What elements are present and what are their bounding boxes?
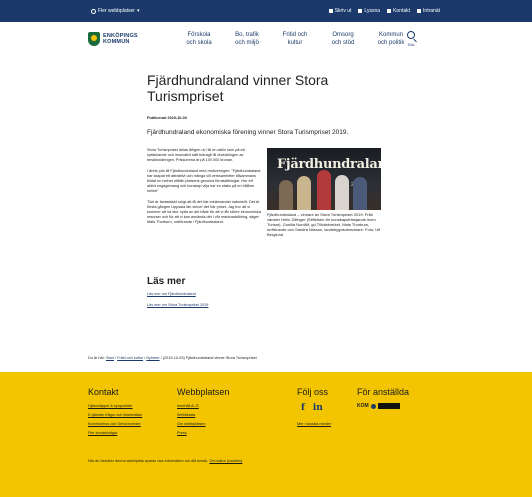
photo-caption: Fjärdhundraland – vinnare av Stora Turis… <box>267 212 381 237</box>
facebook-icon[interactable]: f <box>301 403 305 413</box>
footer-link[interactable]: Hjärnsläppet & synpunkter <box>88 403 142 409</box>
intranet-icon <box>417 9 422 13</box>
cookie-notice: När du besöker denna webbplats sparas vi… <box>88 459 244 463</box>
footer-link[interactable]: Innehåll A–Ö <box>177 403 229 409</box>
print-icon <box>328 9 333 13</box>
search-button[interactable]: Sök <box>407 31 415 47</box>
chevron-down-icon: ▾ <box>136 8 140 14</box>
nav-item-omsorg[interactable]: Omsorg och stöd <box>319 31 367 47</box>
article-lead: Fjärdhundraland ekonomiska förening vinn… <box>147 129 349 136</box>
redacted-block <box>377 403 400 409</box>
print-button[interactable]: Skriv ut <box>328 8 351 14</box>
breadcrumb-item[interactable]: Fritid och kultur <box>117 356 143 360</box>
search-icon <box>407 31 415 39</box>
footer-follow: Följ oss f in Mer i sociala medier <box>297 387 331 430</box>
globe-icon <box>91 8 96 14</box>
footer-link[interactable]: Fler kontaktvägar <box>88 430 142 436</box>
footer-link[interactable]: E-tjänster frågor och felanmälan <box>88 412 142 418</box>
breadcrumb-current: (2019-10-03) Fjärdhundraland vinner Stor… <box>162 356 257 360</box>
contact-icon <box>387 9 392 13</box>
breadcrumb-item[interactable]: Nyheter <box>146 356 159 360</box>
paragraph: I årets pris till Fjärdhundraland med mo… <box>147 168 261 194</box>
article-photo: Fjärdhundraland 2019 <box>267 148 381 210</box>
person-figure <box>317 170 331 210</box>
nav-item-fritid[interactable]: Fritid och kultur <box>271 31 319 47</box>
page-title: Fjärdhundraland vinner Stora Turismprise… <box>147 72 329 104</box>
photo-banner-text: Fjärdhundraland <box>277 157 381 172</box>
footer-heading: Följ oss <box>297 387 329 397</box>
site-header: ENKÖPINGS KOMMUN Förskola och skola Bo, t… <box>0 22 532 64</box>
kom-intranet-link[interactable]: KOM <box>357 403 409 409</box>
read-more-link[interactable]: Läs mer om Stora Turismpriset 2019 <box>147 303 208 307</box>
social-media-link[interactable]: Mer i sociala medier <box>297 421 331 427</box>
breadcrumb-item[interactable]: Start <box>106 356 114 360</box>
nav-item-forskola[interactable]: Förskola och skola <box>175 31 223 47</box>
site-footer: Kontakt Hjärnsläppet & synpunkter E-tjän… <box>0 372 532 497</box>
listen-button[interactable]: Lyssna <box>358 8 380 14</box>
breadcrumb: Du är här: Start / Fritid och kultur / N… <box>88 356 257 360</box>
footer-heading: Kontakt <box>88 387 119 397</box>
person-figure <box>335 175 349 210</box>
person-figure <box>297 176 311 210</box>
cookie-link[interactable]: Om kakor (cookies) <box>209 459 242 463</box>
logo-line-2: KOMMUN <box>103 39 130 45</box>
footer-link[interactable]: Om webbplatsen <box>177 421 229 427</box>
crest-icon <box>88 32 100 46</box>
person-figure <box>279 180 293 210</box>
read-more-heading: Läs mer <box>147 276 186 287</box>
footer-contact: Kontakt Hjärnsläppet & synpunkter E-tjän… <box>88 387 142 439</box>
kom-logo-icon <box>370 403 376 409</box>
person-figure <box>353 177 367 210</box>
more-sites-label: Fler webbplatser <box>98 8 135 14</box>
speaker-icon <box>358 9 363 13</box>
footer-link[interactable]: Press <box>177 430 229 436</box>
intranet-button[interactable]: Intranät <box>417 8 440 14</box>
more-sites-menu[interactable]: Fler webbplatser ▾ <box>91 8 139 14</box>
footer-link[interactable]: Webbkarta <box>177 412 229 418</box>
published-date: Publicerad 2019-10-03 <box>147 116 187 120</box>
paragraph: "Det är fantastiskt roligt att få det hä… <box>147 199 261 225</box>
site-logo[interactable]: ENKÖPINGS KOMMUN <box>88 32 138 46</box>
main-nav: Förskola och skola Bo, trafik och miljö Fr… <box>175 31 415 47</box>
linkedin-icon[interactable]: in <box>313 403 323 413</box>
search-label: Sök <box>407 42 415 47</box>
footer-employees: För anställda KOM <box>357 387 409 409</box>
footer-heading: Webbplatsen <box>177 387 230 397</box>
contact-button[interactable]: Kontakt <box>387 8 410 14</box>
footer-website: Webbplatsen Innehåll A–Ö Webbkarta Om we… <box>177 387 229 439</box>
nav-item-bo-trafik[interactable]: Bo, trafik och miljö <box>223 31 271 47</box>
article-body: Stora Turismpriset delas årligen ut i ti… <box>147 148 262 231</box>
read-more-link[interactable]: Läs mer om Fjärdhundraland <box>147 292 196 296</box>
footer-link[interactable]: Kommunhus och Servicecenter <box>88 421 142 427</box>
top-bar: Fler webbplatser ▾ Skriv ut Lyssna Konta… <box>0 0 532 22</box>
footer-heading: För anställda <box>357 387 410 397</box>
paragraph: Stora Turismpriset delas årligen ut i ti… <box>147 148 245 163</box>
